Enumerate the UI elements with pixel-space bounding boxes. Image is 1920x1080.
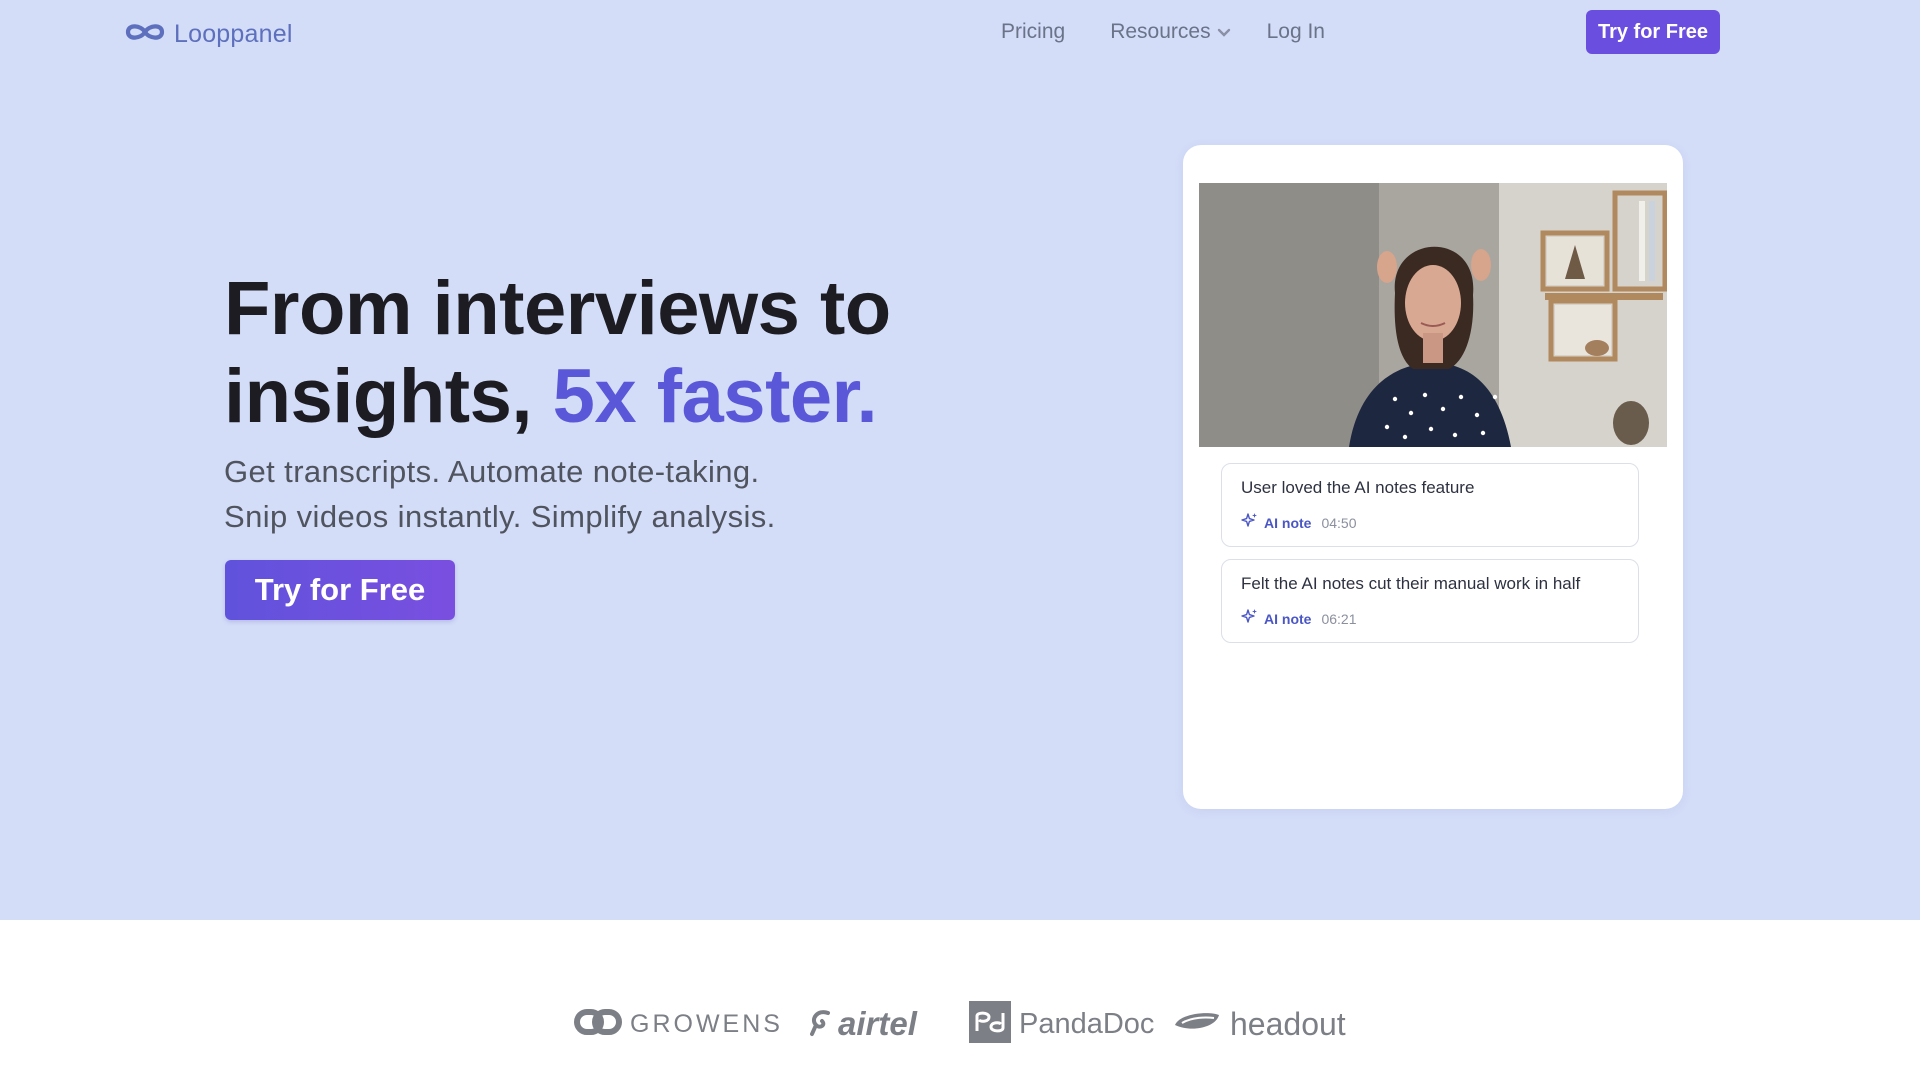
sparkle-icon	[1241, 512, 1258, 534]
hero-section: Looppanel Pricing Resources Log In Try f…	[0, 0, 1920, 920]
headout-text: headout	[1230, 1005, 1346, 1042]
pandadoc-mark-icon	[969, 1000, 1011, 1048]
logo-text: Looppanel	[174, 19, 293, 48]
nav-pricing-link[interactable]: Pricing	[1001, 20, 1065, 44]
hero-headline: From interviews to insights, 5x faster.	[224, 265, 1024, 441]
hero-subline: Get transcripts. Automate note-taking. S…	[224, 449, 924, 539]
hero-try-free-button[interactable]: Try for Free	[225, 560, 455, 620]
logo[interactable]: Looppanel	[124, 18, 293, 50]
growens-mark-icon	[574, 1004, 622, 1045]
top-nav: Pricing Resources Log In	[1001, 16, 1325, 48]
interview-video[interactable]	[1199, 183, 1667, 447]
ai-note-card[interactable]: User loved the AI notes feature AI note …	[1221, 463, 1639, 547]
headout-mark-icon	[1172, 1007, 1222, 1042]
sparkle-icon	[1241, 608, 1258, 630]
headline-line-1: From interviews to	[224, 266, 891, 351]
note-text: Felt the AI notes cut their manual work …	[1241, 574, 1581, 593]
video-frame-illustration	[1199, 183, 1667, 447]
note-meta: AI note 04:50	[1241, 512, 1357, 534]
customer-logos: GROWENS airtel PandaDoc headout	[0, 996, 1920, 1052]
airtel-text: airtel	[838, 1005, 917, 1042]
product-preview-card: User loved the AI notes feature AI note …	[1183, 145, 1683, 809]
nav-login-label: Log In	[1266, 20, 1325, 43]
nav-pricing-label: Pricing	[1001, 20, 1066, 43]
note-timestamp[interactable]: 06:21	[1321, 611, 1356, 627]
subline-2: Snip videos instantly. Simplify analysis…	[224, 499, 776, 534]
headline-line-2: insights,	[224, 354, 553, 439]
nav-try-free-button[interactable]: Try for Free	[1586, 10, 1720, 54]
pandadoc-text: PandaDoc	[1019, 1007, 1155, 1040]
nav-login-link[interactable]: Log In	[1267, 20, 1325, 44]
note-tag: AI note	[1264, 515, 1312, 531]
growens-logo: GROWENS	[574, 996, 783, 1052]
pandadoc-logo: PandaDoc	[969, 996, 1154, 1052]
ai-note-card[interactable]: Felt the AI notes cut their manual work …	[1221, 559, 1639, 643]
subline-1: Get transcripts. Automate note-taking.	[224, 454, 760, 489]
airtel-mark-icon	[808, 1007, 834, 1042]
note-timestamp[interactable]: 04:50	[1321, 515, 1356, 531]
headout-logo: headout	[1172, 996, 1346, 1052]
note-text: User loved the AI notes feature	[1241, 478, 1475, 497]
chevron-down-icon	[1217, 20, 1231, 44]
note-tag: AI note	[1264, 611, 1312, 627]
growens-text: GROWENS	[630, 1009, 783, 1038]
headline-accent: 5x faster.	[552, 354, 878, 439]
airtel-logo: airtel	[808, 996, 917, 1052]
note-meta: AI note 06:21	[1241, 608, 1357, 630]
nav-resources-dropdown[interactable]: Resources	[1110, 20, 1230, 44]
nav-resources-label: Resources	[1110, 20, 1211, 43]
infinity-logo-icon	[124, 21, 166, 48]
